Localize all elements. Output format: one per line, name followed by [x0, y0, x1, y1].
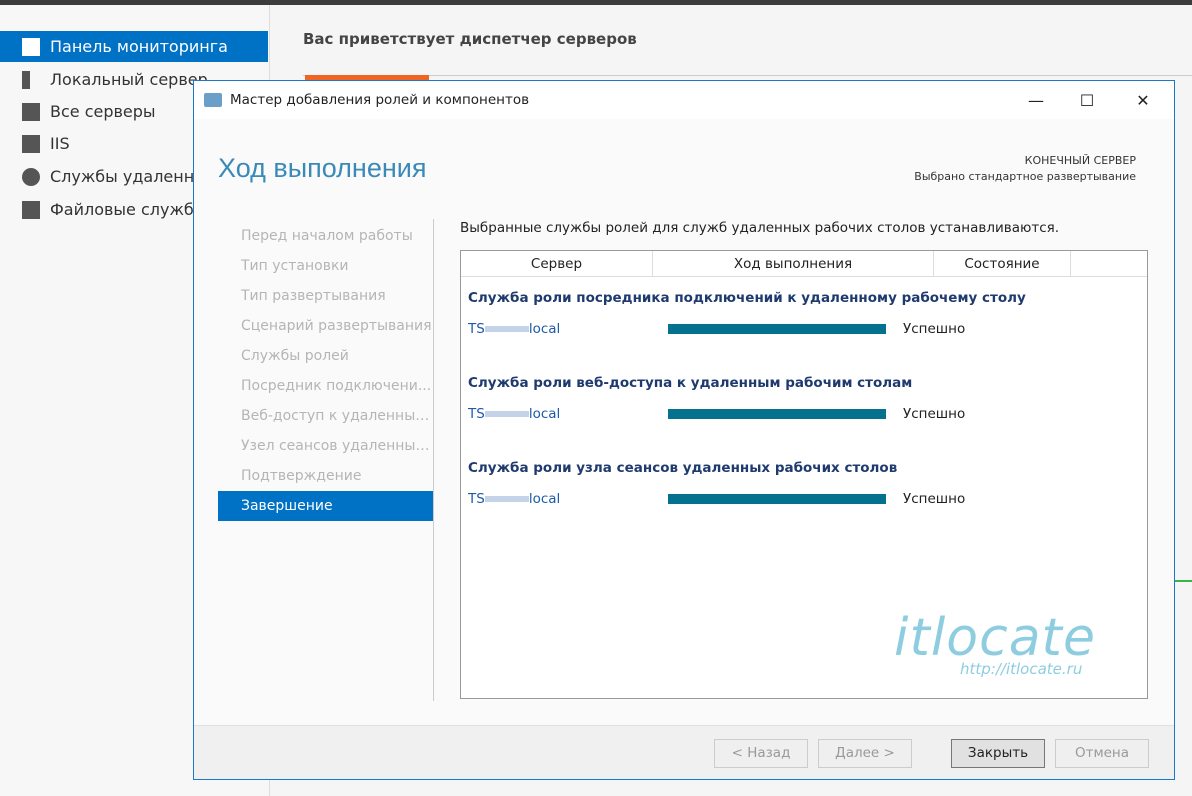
add-roles-wizard-dialog: Мастер добавления ролей и компонентов — …	[193, 80, 1175, 780]
dialog-footer: < Назад Далее > Закрыть Отмена	[194, 725, 1174, 779]
servers-icon	[22, 102, 40, 121]
sidebar-label: Панель мониторинга	[50, 37, 228, 56]
watermark-url: http://itlocate.ru	[960, 660, 1083, 678]
minimize-button[interactable]: —	[1013, 81, 1059, 119]
server-icon	[22, 70, 30, 89]
wizard-icon	[204, 93, 222, 107]
sidebar-label: Все серверы	[50, 102, 156, 121]
server-name: TS local	[468, 321, 561, 337]
iis-icon	[22, 134, 40, 153]
status-text: Успешно	[903, 321, 966, 337]
nav-web-access: Веб-доступ к удаленным...	[241, 408, 433, 424]
group-title: Служба роли посредника подключений к уда…	[468, 290, 1026, 306]
nav-completion[interactable]: Завершение	[218, 491, 433, 521]
cancel-button[interactable]: Отмена	[1055, 739, 1149, 768]
column-progress[interactable]: Ход выполнения	[653, 251, 934, 276]
sidebar-label: Локальный сервер	[50, 70, 208, 89]
remote-desktop-icon	[22, 167, 40, 186]
status-text: Успешно	[903, 491, 966, 507]
table-row: TS local Успешно	[468, 406, 1138, 422]
watermark-logo: itlocate	[894, 608, 1096, 668]
nav-role-services: Службы ролей	[241, 348, 349, 364]
dashboard-icon	[22, 37, 40, 56]
destination-value: Выбрано стандартное развертывание	[914, 170, 1136, 183]
nav-session-host: Узел сеансов удаленных...	[241, 438, 433, 454]
server-name: TS local	[468, 406, 561, 422]
page-heading: Ход выполнения	[218, 153, 427, 183]
back-button[interactable]: < Назад	[714, 739, 808, 768]
group-title: Служба роли узла сеансов удаленных рабоч…	[468, 460, 898, 476]
destination-server: КОНЕЧНЫЙ СЕРВЕР Выбрано стандартное разв…	[914, 153, 1136, 185]
file-services-icon	[22, 200, 40, 219]
welcome-title: Вас приветствует диспетчер серверов	[303, 30, 637, 48]
status-text: Успешно	[903, 406, 966, 422]
intro-text: Выбранные службы ролей для служб удаленн…	[460, 220, 1060, 236]
sidebar-label: Службы удаленных	[50, 167, 217, 186]
nav-deployment-type: Тип развертывания	[241, 288, 386, 304]
sidebar-label: Файловые службы	[50, 200, 207, 219]
sidebar-label: IIS	[50, 134, 70, 153]
nav-confirmation: Подтверждение	[241, 468, 362, 484]
dialog-title: Мастер добавления ролей и компонентов	[230, 92, 530, 108]
nav-divider	[433, 219, 434, 701]
close-window-button[interactable]: ✕	[1120, 81, 1166, 119]
table-row: TS local Успешно	[468, 321, 1138, 337]
server-name: TS local	[468, 491, 561, 507]
close-button[interactable]: Закрыть	[951, 739, 1045, 768]
column-status[interactable]: Состояние	[934, 251, 1071, 276]
column-server[interactable]: Сервер	[461, 251, 653, 276]
nav-before-you-begin: Перед началом работы	[241, 228, 413, 244]
wizard-nav: Перед началом работы Тип установки Тип р…	[218, 221, 433, 521]
watermark: itlocate http://itlocate.ru	[894, 608, 1096, 678]
destination-label: КОНЕЧНЫЙ СЕРВЕР	[1024, 154, 1136, 167]
nav-installation-type: Тип установки	[241, 258, 349, 274]
divider	[303, 75, 1192, 76]
nav-deployment-scenario: Сценарий развертывания	[241, 318, 432, 334]
sidebar-item-dashboard[interactable]: Панель мониторинга	[0, 31, 268, 62]
progress-bar	[668, 324, 886, 334]
nav-connection-broker: Посредник подключени...	[241, 378, 432, 394]
next-button[interactable]: Далее >	[818, 739, 912, 768]
table-header: Сервер Ход выполнения Состояние	[461, 251, 1147, 277]
group-title: Служба роли веб-доступа к удаленным рабо…	[468, 375, 913, 391]
progress-bar	[668, 494, 886, 504]
maximize-button[interactable]: ☐	[1064, 81, 1110, 119]
table-row: TS local Успешно	[468, 491, 1138, 507]
progress-bar	[668, 409, 886, 419]
